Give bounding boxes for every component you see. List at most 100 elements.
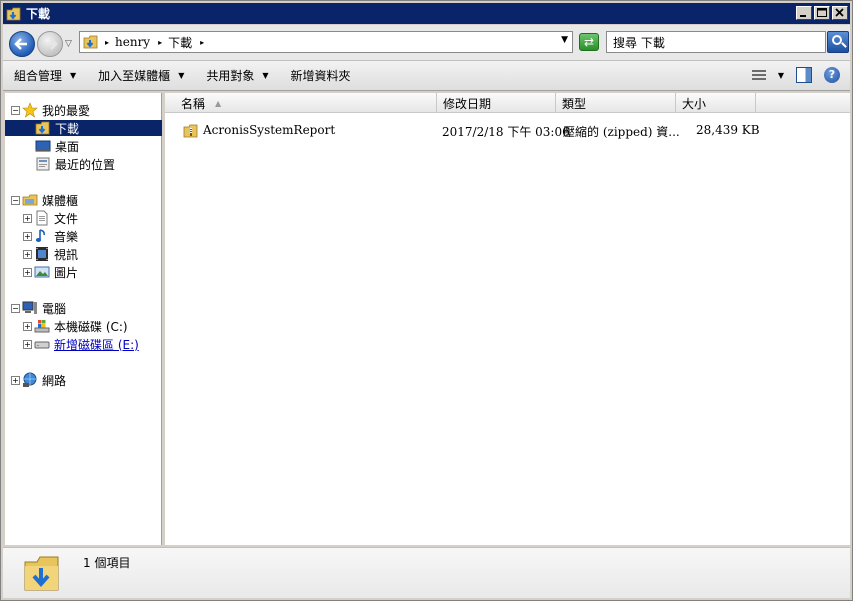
column-name-label: 名稱 bbox=[181, 96, 206, 111]
title-bar[interactable]: 下載 bbox=[3, 3, 850, 24]
minimize-button[interactable] bbox=[796, 6, 812, 20]
tree-item-local-disk[interactable]: + 本機磁碟 (C:) bbox=[23, 318, 128, 334]
file-date: 2017/2/18 下午 03:06 bbox=[442, 125, 570, 139]
chevron-down-icon: ▼ bbox=[70, 71, 77, 80]
chevron-icon[interactable]: ▸ bbox=[200, 38, 204, 47]
new-folder-label: 新增資料夾 bbox=[290, 69, 351, 83]
selection-highlight bbox=[5, 120, 162, 136]
music-label: 音樂 bbox=[54, 229, 79, 244]
chevron-down-icon[interactable]: ▼ bbox=[778, 71, 784, 80]
computer-icon bbox=[22, 301, 37, 314]
column-date-label: 修改日期 bbox=[443, 96, 492, 111]
refresh-icon: ⇄ bbox=[583, 35, 595, 49]
library-icon bbox=[22, 194, 38, 206]
file-size: 28,439 KB bbox=[696, 123, 760, 137]
close-icon bbox=[835, 8, 844, 17]
tree-item-recent-places[interactable]: 最近的位置 bbox=[35, 156, 115, 172]
collapse-icon[interactable]: − bbox=[11, 303, 20, 313]
file-list[interactable]: 名稱 ▲ 修改日期 類型 大小 AcronisSystemReport 2017… bbox=[165, 93, 850, 545]
expand-icon[interactable]: + bbox=[23, 213, 32, 223]
organize-label: 組合管理 bbox=[14, 69, 63, 83]
expand-icon[interactable]: + bbox=[11, 375, 20, 385]
picture-icon bbox=[34, 266, 50, 278]
recent-places-label: 最近的位置 bbox=[55, 157, 116, 172]
tree-item-downloads[interactable]: 下載 bbox=[35, 120, 79, 136]
back-button[interactable] bbox=[9, 31, 35, 57]
share-with-label: 共用對象 bbox=[206, 69, 255, 83]
column-type[interactable]: 類型 bbox=[556, 93, 676, 113]
local-disk-label: 本機磁碟 (C:) bbox=[54, 319, 128, 334]
max-icon bbox=[817, 8, 827, 17]
window-title: 下載 bbox=[26, 7, 51, 21]
tree-item-libraries[interactable]: − 媒體櫃 bbox=[11, 192, 78, 208]
address-bar[interactable]: ▸ henry ▸ 下載 ▸ ▼ bbox=[79, 31, 573, 53]
tree-item-documents[interactable]: + 文件 bbox=[23, 210, 78, 226]
collapse-icon[interactable]: − bbox=[11, 195, 20, 205]
column-headers: 名稱 ▲ 修改日期 類型 大小 bbox=[165, 93, 850, 113]
include-library-label: 加入至媒體櫃 bbox=[98, 69, 171, 83]
recent-places-icon bbox=[36, 157, 50, 171]
desktop-icon bbox=[35, 140, 51, 152]
new-folder-button[interactable]: 新增資料夾 bbox=[280, 63, 362, 89]
recent-pages-dropdown[interactable]: ▽ bbox=[65, 39, 72, 49]
refresh-button[interactable]: ⇄ bbox=[579, 33, 599, 51]
documents-label: 文件 bbox=[54, 211, 79, 226]
column-name[interactable]: 名稱 ▲ bbox=[165, 93, 437, 113]
chevron-icon[interactable]: ▸ bbox=[158, 38, 162, 47]
tree-item-new-volume[interactable]: + 新增磁碟區 (E:) bbox=[23, 336, 139, 352]
file-name[interactable]: AcronisSystemReport bbox=[203, 123, 335, 137]
column-type-label: 類型 bbox=[562, 96, 587, 111]
search-button[interactable] bbox=[827, 31, 849, 53]
tree-item-videos[interactable]: + 視訊 bbox=[23, 246, 78, 262]
video-icon bbox=[36, 247, 48, 261]
chevron-down-icon: ▼ bbox=[262, 71, 269, 80]
share-with-menu[interactable]: 共用對象 ▼ bbox=[195, 63, 279, 89]
details-pane: 1 個項目 bbox=[3, 547, 850, 598]
favorites-label: 我的最愛 bbox=[42, 103, 91, 118]
tree-item-computer[interactable]: − 電腦 bbox=[11, 300, 66, 316]
tree-item-network[interactable]: + 網路 bbox=[11, 372, 66, 388]
expand-icon[interactable]: + bbox=[23, 249, 32, 259]
drive-icon bbox=[34, 341, 50, 349]
address-dropdown-icon[interactable]: ▼ bbox=[561, 35, 568, 45]
expand-icon[interactable]: + bbox=[23, 339, 32, 349]
organize-menu[interactable]: 組合管理 ▼ bbox=[3, 63, 87, 89]
column-size-label: 大小 bbox=[682, 96, 707, 111]
desktop-label: 桌面 bbox=[55, 139, 80, 154]
zip-folder-icon bbox=[183, 124, 198, 138]
collapse-icon[interactable]: − bbox=[11, 105, 20, 115]
music-icon bbox=[35, 229, 45, 242]
expand-icon[interactable]: + bbox=[23, 231, 32, 241]
column-size[interactable]: 大小 bbox=[676, 93, 756, 113]
tree-item-music[interactable]: + 音樂 bbox=[23, 228, 78, 244]
include-in-library-menu[interactable]: 加入至媒體櫃 ▼ bbox=[87, 63, 195, 89]
network-label: 網路 bbox=[42, 373, 67, 388]
tree-item-favorites[interactable]: − 我的最愛 bbox=[11, 102, 90, 118]
command-bar: 組合管理 ▼ 加入至媒體櫃 ▼ 共用對象 ▼ 新增資料夾 ▼ ? bbox=[3, 61, 850, 91]
tree-item-pictures[interactable]: + 圖片 bbox=[23, 264, 78, 280]
column-date-modified[interactable]: 修改日期 bbox=[437, 93, 556, 113]
forward-button[interactable] bbox=[37, 31, 63, 57]
expand-icon[interactable]: + bbox=[23, 321, 32, 331]
downloads-label: 下載 bbox=[55, 121, 80, 136]
tree-item-desktop[interactable]: 桌面 bbox=[35, 138, 79, 154]
star-icon bbox=[22, 102, 38, 118]
arrow-left-icon bbox=[14, 38, 27, 50]
explorer-window: 下載 ▽ ▸ henry ▸ 下載 ▸ ▼ ⇄ 搜尋 下載 組合管理 ▼ 加入至… bbox=[0, 0, 853, 601]
help-icon[interactable]: ? bbox=[824, 67, 840, 83]
videos-label: 視訊 bbox=[54, 247, 79, 262]
sort-ascending-icon: ▲ bbox=[215, 98, 222, 108]
breadcrumb-henry[interactable]: henry bbox=[115, 35, 150, 49]
navigation-pane[interactable]: − 我的最愛 下載 桌面 最近的位置 − 媒體櫃 + 文件 + 音樂 + 視訊 … bbox=[5, 93, 162, 545]
maximize-button[interactable] bbox=[814, 6, 830, 20]
chevron-icon[interactable]: ▸ bbox=[105, 38, 109, 47]
preview-pane-icon[interactable] bbox=[796, 67, 812, 83]
breadcrumb-downloads[interactable]: 下載 bbox=[168, 34, 192, 51]
table-row[interactable]: AcronisSystemReport 2017/2/18 下午 03:06 壓… bbox=[165, 121, 850, 141]
folder-download-icon bbox=[6, 7, 21, 20]
change-view-icon[interactable] bbox=[751, 70, 766, 82]
expand-icon[interactable]: + bbox=[23, 267, 32, 277]
search-input[interactable]: 搜尋 下載 bbox=[606, 31, 826, 53]
new-volume-label: 新增磁碟區 (E:) bbox=[54, 337, 139, 352]
close-button[interactable] bbox=[832, 6, 848, 20]
